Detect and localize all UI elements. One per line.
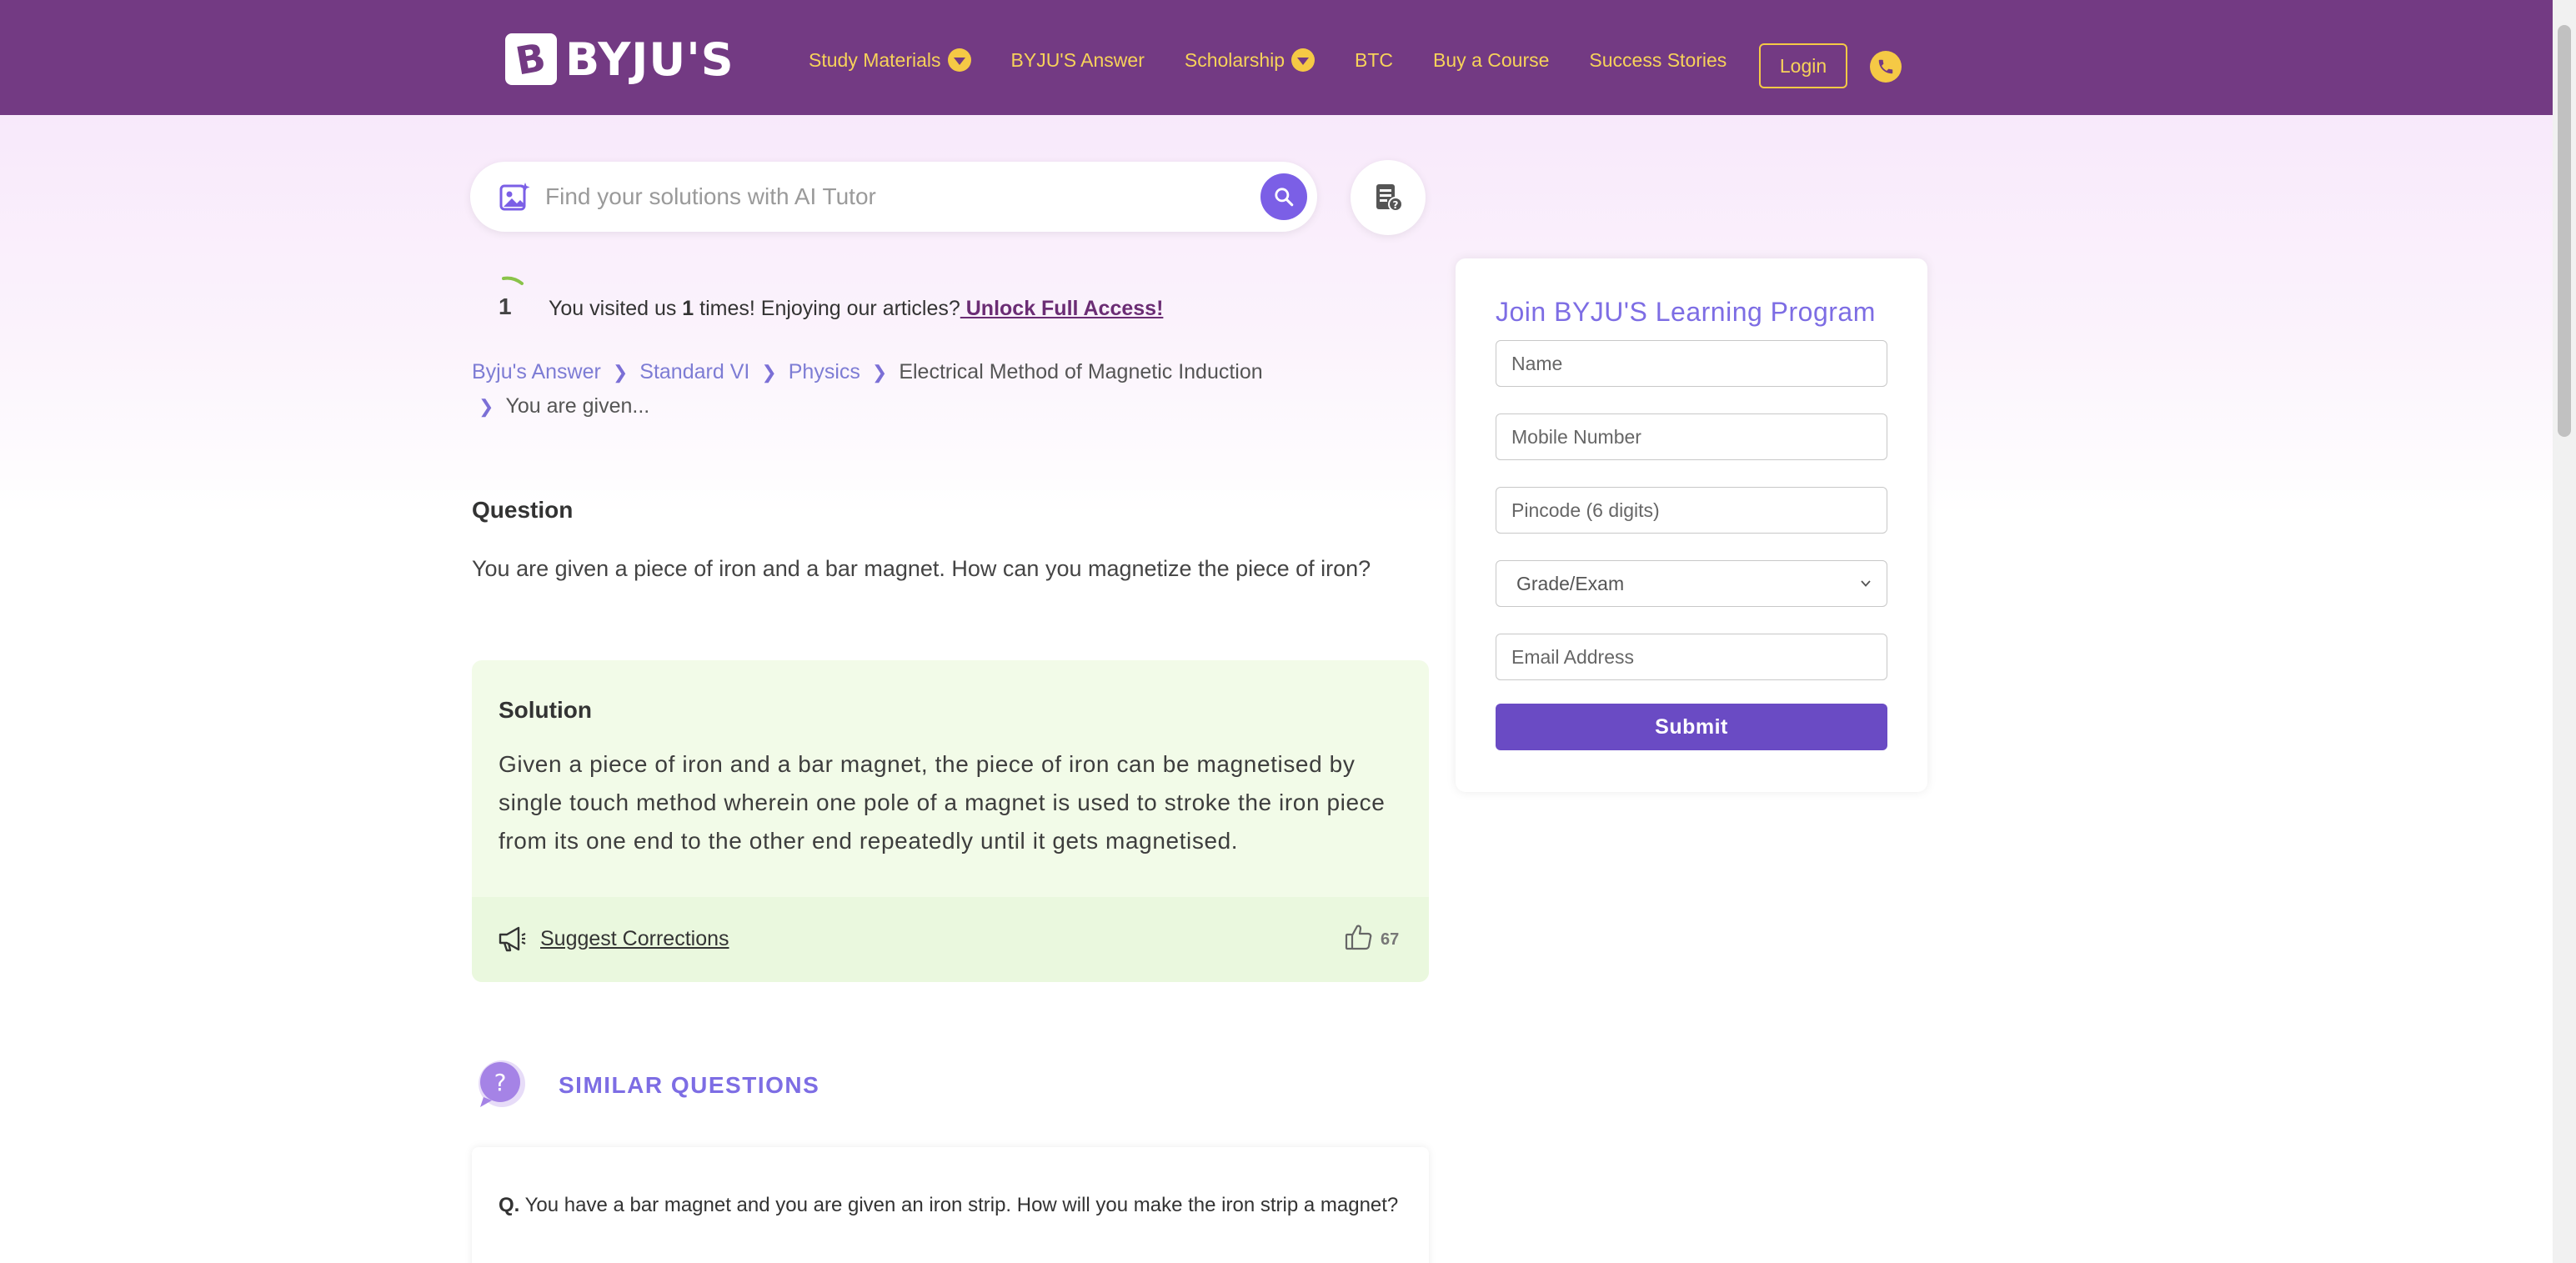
grade-select-value: Grade/Exam bbox=[1516, 572, 1625, 594]
nav-label: Scholarship bbox=[1184, 48, 1285, 71]
scrollbar-thumb[interactable] bbox=[2558, 25, 2571, 437]
question-heading: Question bbox=[472, 497, 574, 523]
nav-label: Study Materials bbox=[809, 48, 941, 71]
search-button[interactable] bbox=[1260, 173, 1307, 220]
suggest-corrections-link[interactable]: Suggest Corrections bbox=[540, 927, 729, 951]
email-field[interactable] bbox=[1496, 634, 1887, 680]
ai-tutor-search bbox=[470, 162, 1317, 232]
grade-select[interactable]: Grade/Exam bbox=[1496, 560, 1887, 607]
phone-icon[interactable] bbox=[1870, 51, 1902, 83]
visit-message: You visited us 1 times! Enjoying our art… bbox=[549, 297, 1163, 321]
nav-label: Success Stories bbox=[1589, 48, 1727, 71]
form-title: Join BYJU'S Learning Program bbox=[1496, 297, 1876, 327]
solution-footer: Suggest Corrections 67 bbox=[472, 897, 1429, 982]
chevron-right-icon: ❯ bbox=[612, 362, 629, 383]
top-navbar: B BYJU'S Study Materials BYJU'S Answer S… bbox=[0, 0, 2553, 115]
solution-text: Given a piece of iron and a bar magnet, … bbox=[499, 751, 1386, 854]
chevron-down-icon bbox=[947, 48, 971, 72]
nav-label: BTC bbox=[1355, 48, 1394, 71]
chevron-right-icon: ❯ bbox=[479, 396, 494, 417]
logo-text: BYJU'S bbox=[565, 33, 734, 86]
similar-questions-heading: SIMILAR QUESTIONS bbox=[559, 1072, 820, 1098]
visit-progress-arc bbox=[502, 276, 524, 285]
breadcrumb-subject[interactable]: Physics bbox=[789, 360, 860, 383]
mobile-field[interactable] bbox=[1496, 413, 1887, 460]
similar-question-card[interactable]: Q. You have a bar magnet and you are giv… bbox=[472, 1147, 1429, 1263]
visit-count-inline: 1 bbox=[682, 297, 694, 320]
learning-program-form: Join BYJU'S Learning Program Grade/Exam … bbox=[1456, 258, 1927, 792]
breadcrumb-byjus-answer[interactable]: Byju's Answer bbox=[472, 360, 601, 383]
document-help-icon: ? bbox=[1376, 184, 1403, 212]
solution-heading: Solution bbox=[499, 697, 592, 723]
logo-letter: B bbox=[513, 34, 549, 84]
main-nav: Study Materials BYJU'S Answer Scholarshi… bbox=[809, 48, 1767, 72]
chevron-down-icon bbox=[1861, 580, 1871, 587]
nav-label: BYJU'S Answer bbox=[1010, 48, 1145, 71]
nav-btc[interactable]: BTC bbox=[1355, 49, 1393, 72]
byjus-logo[interactable]: B BYJU'S bbox=[505, 33, 734, 86]
chevron-right-icon: ❯ bbox=[871, 362, 888, 383]
logo-mark: B bbox=[505, 33, 557, 85]
svg-text:?: ? bbox=[494, 1069, 507, 1096]
document-help-button[interactable]: ? bbox=[1351, 160, 1426, 235]
search-icon bbox=[1275, 188, 1294, 207]
submit-button[interactable]: Submit bbox=[1496, 704, 1887, 750]
visit-counter: 1 bbox=[499, 293, 512, 319]
unlock-full-access-link[interactable]: Unlock Full Access! bbox=[960, 297, 1164, 320]
question-bubble-icon: ? bbox=[479, 1060, 525, 1107]
nav-byjus-answer[interactable]: BYJU'S Answer bbox=[1011, 49, 1145, 72]
nav-success-stories[interactable]: Success Stories bbox=[1589, 49, 1727, 72]
breadcrumb-topic: Electrical Method of Magnetic Induction bbox=[899, 360, 1263, 383]
similar-question-text: Q. You have a bar magnet and you are giv… bbox=[499, 1190, 1399, 1220]
nav-study-materials[interactable]: Study Materials bbox=[809, 48, 971, 72]
breadcrumb-standard[interactable]: Standard VI bbox=[639, 360, 749, 383]
chevron-down-icon bbox=[1291, 48, 1316, 72]
nav-label: Buy a Course bbox=[1433, 48, 1550, 71]
search-input[interactable] bbox=[545, 178, 1212, 215]
login-button[interactable]: Login bbox=[1759, 43, 1847, 88]
pincode-field[interactable] bbox=[1496, 487, 1887, 534]
similar-question-prefix: Q. bbox=[499, 1194, 520, 1216]
question-text: You are given a piece of iron and a bar … bbox=[472, 556, 1371, 581]
similar-question-body: You have a bar magnet and you are given … bbox=[519, 1194, 1399, 1216]
visit-text-after: times! Enjoying our articles? bbox=[694, 297, 960, 320]
svg-text:?: ? bbox=[1393, 199, 1399, 211]
chevron-right-icon: ❯ bbox=[761, 362, 777, 383]
nav-scholarship[interactable]: Scholarship bbox=[1184, 48, 1316, 72]
name-field[interactable] bbox=[1496, 340, 1887, 387]
nav-buy-course[interactable]: Buy a Course bbox=[1433, 49, 1549, 72]
breadcrumb: Byju's Answer ❯ Standard VI ❯ Physics ❯ Electr… bbox=[472, 355, 1314, 424]
solution-card: Solution Given a piece of iron and a bar… bbox=[472, 660, 1429, 982]
megaphone-icon bbox=[499, 926, 526, 952]
page-scrollbar[interactable] bbox=[2553, 0, 2576, 1263]
like-count: 67 bbox=[1381, 930, 1400, 949]
visit-text-before: You visited us bbox=[549, 297, 683, 320]
thumbs-up-icon[interactable] bbox=[1344, 922, 1374, 952]
breadcrumb-current: You are given... bbox=[505, 394, 650, 418]
ai-image-search-icon[interactable] bbox=[499, 180, 532, 213]
